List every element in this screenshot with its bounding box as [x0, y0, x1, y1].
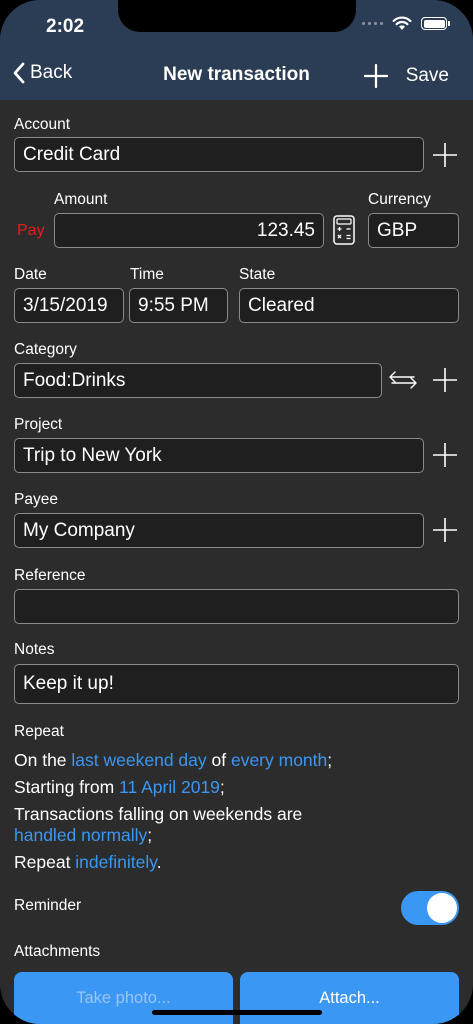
account-label: Account — [14, 116, 71, 133]
project-label: Project — [14, 416, 63, 433]
page-title: New transaction — [163, 64, 310, 85]
time-field[interactable]: 9:55 PM — [129, 288, 228, 323]
amount-field[interactable]: 123.45 — [54, 213, 324, 248]
repeat-text: ; — [147, 825, 153, 845]
reminder-toggle[interactable] — [401, 891, 459, 925]
account-field[interactable]: Credit Card — [14, 137, 424, 172]
status-time: 2:02 — [46, 16, 85, 37]
repeat-start-date-link[interactable]: 11 April 2019 — [119, 777, 220, 797]
attach-button[interactable]: Attach... — [240, 972, 459, 1024]
payee-field[interactable]: My Company — [14, 513, 424, 548]
wifi-icon — [392, 16, 412, 30]
repeat-rule-line: On the last weekend day of every month; — [14, 750, 332, 771]
repeat-text: ; — [327, 750, 333, 770]
add-account-icon[interactable] — [431, 141, 459, 169]
status-icons — [362, 16, 450, 31]
date-field[interactable]: 3/15/2019 — [14, 288, 124, 323]
repeat-text: ; — [219, 777, 225, 797]
repeat-text: Starting from — [14, 777, 120, 797]
swap-arrows-icon[interactable] — [388, 370, 418, 390]
currency-field[interactable]: GBP — [368, 213, 459, 248]
repeat-end-line: Repeat indefinitely. — [14, 852, 162, 873]
amount-label: Amount — [54, 191, 108, 208]
repeat-weekend-line: Transactions falling on weekends are — [14, 804, 303, 824]
repeat-start-line: Starting from 11 April 2019; — [14, 777, 225, 798]
reference-field[interactable] — [14, 589, 459, 624]
chevron-left-icon — [13, 62, 25, 84]
calculator-icon[interactable] — [333, 215, 355, 245]
currency-label: Currency — [368, 191, 431, 208]
screen: 2:02 Back New transaction Save Account C… — [0, 0, 473, 1024]
repeat-text: . — [156, 852, 162, 872]
device-notch — [118, 0, 356, 32]
repeat-text: On the — [14, 750, 72, 770]
battery-icon — [421, 17, 450, 30]
date-label: Date — [14, 266, 47, 283]
payee-label: Payee — [14, 491, 58, 508]
state-label: State — [239, 266, 276, 283]
repeat-frequency-link[interactable]: every month — [231, 750, 327, 770]
project-field[interactable]: Trip to New York — [14, 438, 424, 473]
state-field[interactable]: Cleared — [239, 288, 459, 323]
save-button[interactable]: Save — [406, 65, 449, 87]
add-project-icon[interactable] — [431, 441, 459, 469]
back-label: Back — [30, 62, 73, 83]
home-indicator — [152, 1010, 322, 1015]
repeat-text: Repeat — [14, 852, 76, 872]
add-icon[interactable] — [362, 62, 390, 90]
add-category-icon[interactable] — [431, 366, 459, 394]
repeat-text: of — [206, 750, 231, 770]
notes-field[interactable]: Keep it up! — [14, 664, 459, 704]
pay-direction-toggle[interactable]: Pay — [17, 222, 45, 240]
notes-label: Notes — [14, 641, 55, 658]
repeat-end-link[interactable]: indefinitely — [75, 852, 156, 872]
toggle-knob — [427, 893, 457, 923]
add-payee-icon[interactable] — [431, 516, 459, 544]
weekend-handling-link[interactable]: handled normally — [14, 825, 147, 845]
category-field[interactable]: Food:Drinks — [14, 363, 382, 398]
back-button[interactable]: Back — [12, 62, 72, 84]
take-photo-button[interactable]: Take photo... — [14, 972, 233, 1024]
category-label: Category — [14, 341, 77, 358]
repeat-label: Repeat — [14, 723, 64, 740]
reference-label: Reference — [14, 567, 86, 584]
navigation-bar: 2:02 Back New transaction Save — [0, 0, 473, 100]
reminder-label: Reminder — [14, 897, 82, 914]
repeat-weekend-handling-line: handled normally; — [14, 825, 152, 846]
time-label: Time — [130, 266, 164, 283]
cellular-signal-icon — [362, 22, 383, 25]
attachments-label: Attachments — [14, 943, 101, 960]
repeat-day-link[interactable]: last weekend day — [71, 750, 206, 770]
